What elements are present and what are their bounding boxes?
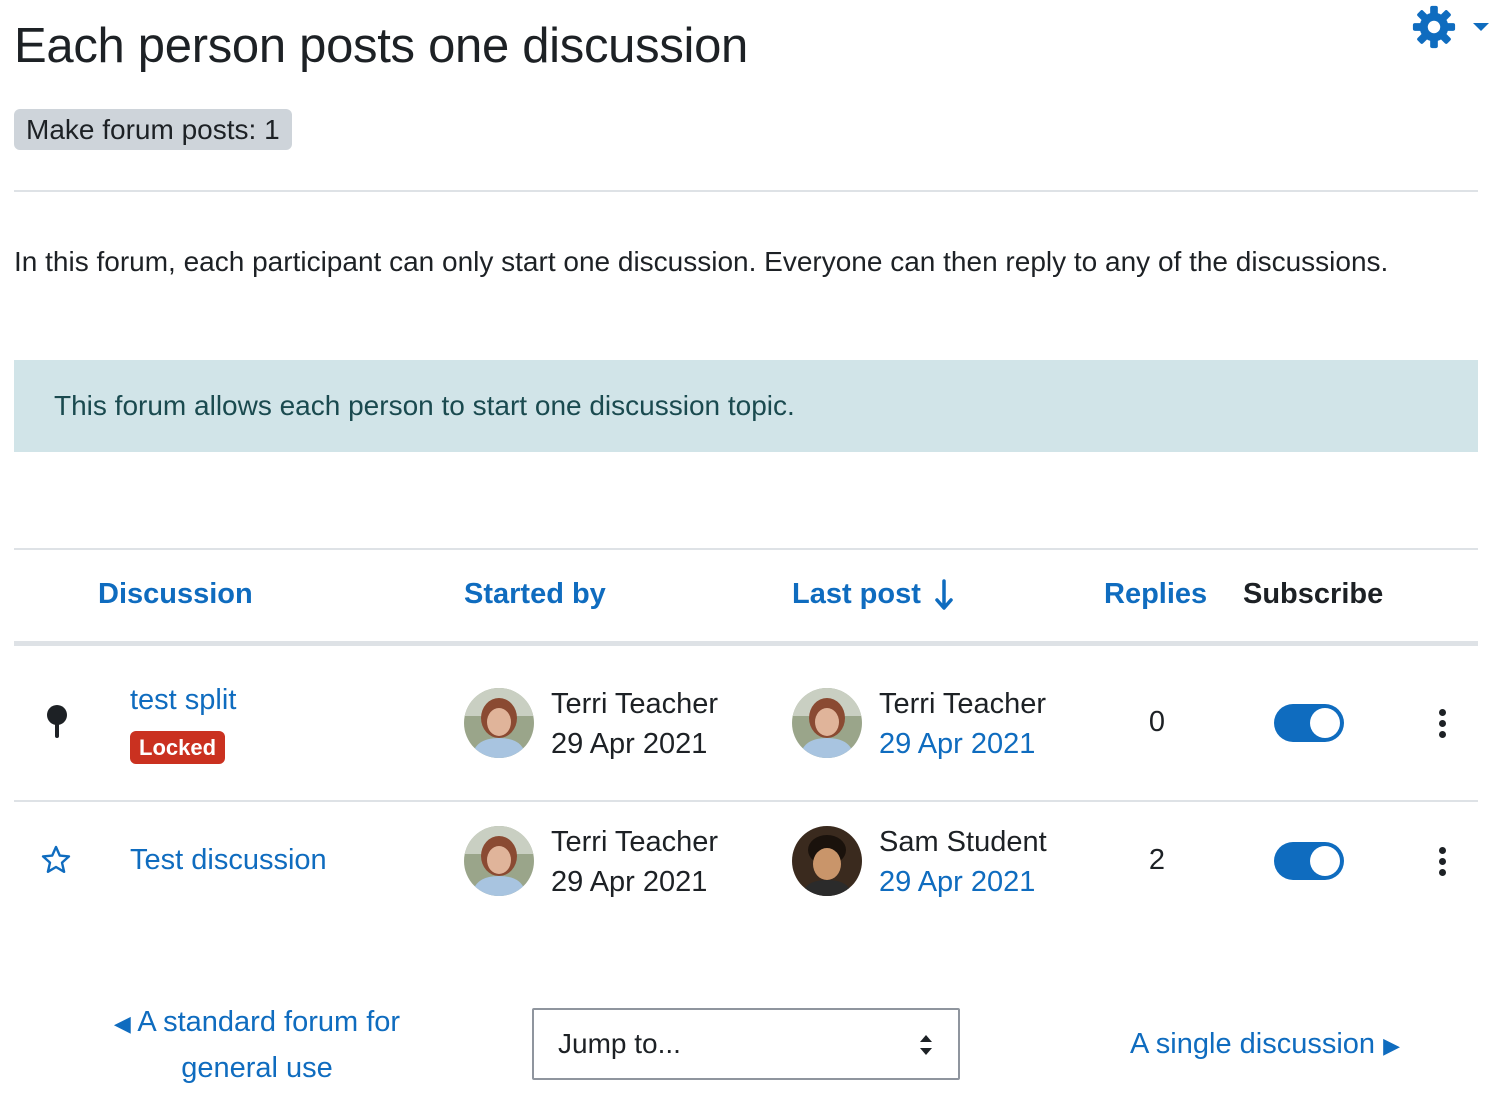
table-row: test split Locked Terri Teacher 29 Apr 2… xyxy=(0,646,1498,800)
forum-intro: In this forum, each participant can only… xyxy=(14,246,1389,277)
started-by-name: Terri Teacher xyxy=(551,688,719,720)
discussion-link[interactable]: Test discussion xyxy=(130,844,327,877)
toggle-knob xyxy=(1310,708,1340,738)
avatar[interactable] xyxy=(464,688,534,758)
actions-menu-button[interactable] xyxy=(1410,4,1492,50)
column-header-last-post-label: Last post xyxy=(792,578,921,610)
next-activity-label: A single discussion xyxy=(1130,1028,1376,1060)
pin-icon[interactable] xyxy=(44,704,70,745)
previous-activity-link[interactable]: ◀ A standard forum for general use xyxy=(90,1000,424,1090)
avatar[interactable] xyxy=(792,826,862,896)
column-header-replies[interactable]: Replies xyxy=(1104,578,1207,611)
previous-activity-label: A standard forum for general use xyxy=(137,1006,401,1084)
caret-down-icon xyxy=(1472,21,1490,33)
avatar[interactable] xyxy=(792,688,862,758)
info-alert: This forum allows each person to start o… xyxy=(14,360,1478,452)
toggle-knob xyxy=(1310,846,1340,876)
page-title: Each person posts one discussion xyxy=(14,19,749,73)
last-post-name: Terri Teacher xyxy=(879,688,1047,720)
started-by-date: 29 Apr 2021 xyxy=(551,866,708,898)
started-by-name: Terri Teacher xyxy=(551,826,719,858)
column-header-subscribe: Subscribe xyxy=(1243,578,1384,610)
more-actions-icon[interactable] xyxy=(1432,841,1452,881)
replies-count: 0 xyxy=(1148,706,1166,738)
more-actions-icon[interactable] xyxy=(1432,703,1452,743)
column-header-last-post[interactable]: Last post xyxy=(792,578,953,611)
table-row: Test discussion Terri Teacher 29 Apr 202… xyxy=(0,802,1498,942)
divider xyxy=(14,190,1478,192)
locked-badge: Locked xyxy=(130,731,226,764)
avatar[interactable] xyxy=(464,826,534,896)
table-top-border xyxy=(14,548,1478,550)
star-outline-icon[interactable] xyxy=(40,844,72,881)
last-post-date-link[interactable]: 29 Apr 2021 xyxy=(879,862,1035,902)
info-alert-text: This forum allows each person to start o… xyxy=(54,390,795,421)
started-by-date: 29 Apr 2021 xyxy=(551,728,708,760)
subscribe-toggle[interactable] xyxy=(1274,842,1344,880)
jump-to-label: Jump to... xyxy=(558,1028,681,1059)
discussion-link[interactable]: test split xyxy=(130,684,236,717)
jump-to-select[interactable]: Jump to... xyxy=(532,1008,960,1080)
column-header-started-by[interactable]: Started by xyxy=(464,578,606,611)
subscribe-toggle[interactable] xyxy=(1274,704,1344,742)
column-header-discussion[interactable]: Discussion xyxy=(98,578,253,611)
arrow-down-icon xyxy=(935,578,953,611)
last-post-name: Sam Student xyxy=(879,826,1047,858)
select-arrows-icon xyxy=(918,1032,934,1065)
replies-count: 2 xyxy=(1148,844,1166,876)
last-post-date-link[interactable]: 29 Apr 2021 xyxy=(879,724,1035,764)
next-activity-link[interactable]: A single discussion ▶ xyxy=(1130,1022,1400,1068)
gear-icon xyxy=(1410,4,1458,50)
triangle-right-icon: ▶ xyxy=(1383,1033,1401,1058)
triangle-left-icon: ◀ xyxy=(113,1011,131,1036)
completion-badge: Make forum posts: 1 xyxy=(14,109,292,150)
